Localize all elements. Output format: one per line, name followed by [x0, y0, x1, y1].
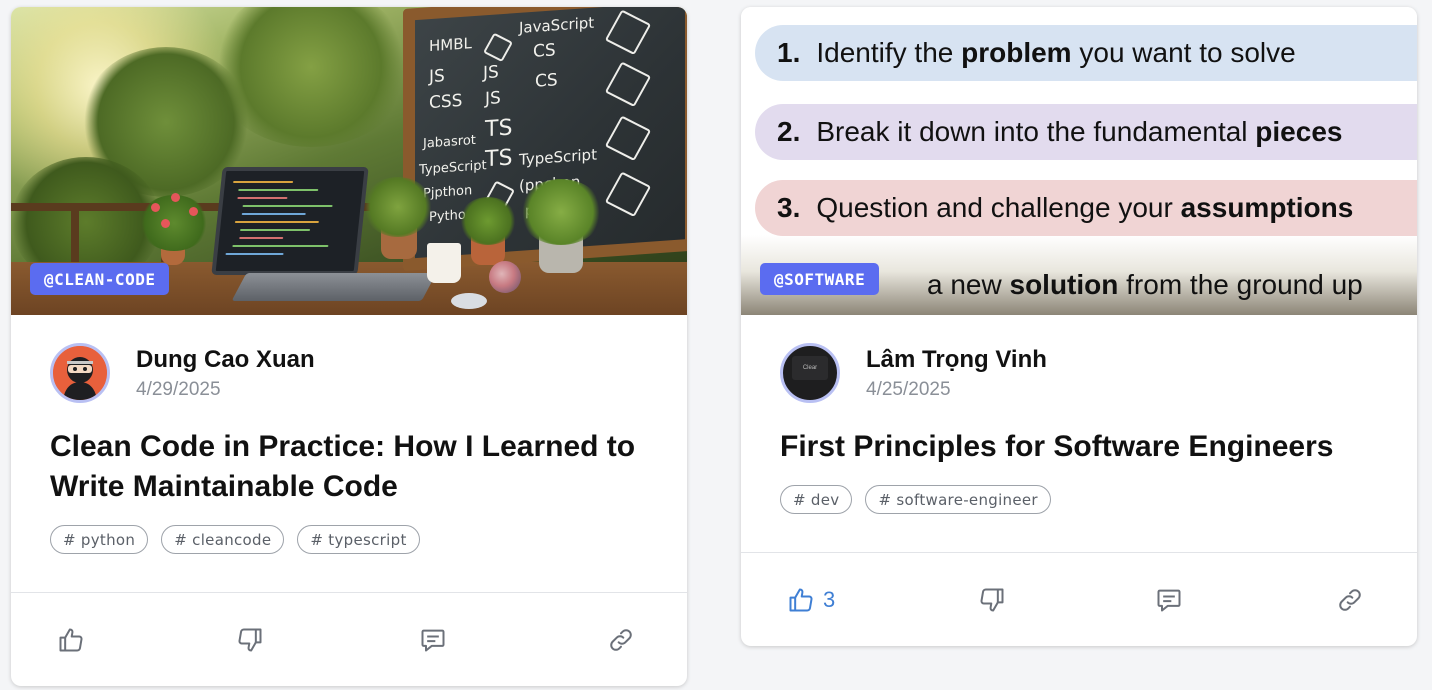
chalk-text: HMBL — [429, 34, 472, 56]
share-link-button[interactable] — [607, 620, 635, 660]
chalk-text: CS — [533, 40, 556, 62]
chalk-text: CSS — [429, 90, 463, 114]
like-count: 3 — [823, 587, 836, 612]
post-actions — [11, 620, 687, 660]
author-name[interactable]: Lâm Trọng Vinh — [866, 345, 1047, 375]
thumbs-up-icon — [59, 628, 83, 652]
share-link-button[interactable] — [1336, 580, 1364, 620]
author-name[interactable]: Dung Cao Xuan — [136, 345, 315, 375]
hashtag-chip[interactable]: # cleancode — [161, 525, 285, 554]
hashtag-chip[interactable]: # dev — [780, 485, 853, 514]
chalk-text: TypeScript — [419, 158, 487, 178]
chalk-text: JavaScript — [519, 13, 595, 37]
thumbs-up-icon — [789, 588, 813, 612]
avatar-text: Clear — [802, 365, 818, 371]
chalk-text: TS — [485, 145, 513, 173]
dislike-button[interactable] — [236, 620, 264, 660]
avatar[interactable]: Clear — [780, 343, 840, 403]
chalk-text: JS — [429, 66, 445, 88]
hashtag-chip[interactable]: # typescript — [297, 525, 420, 554]
post-title[interactable]: Clean Code in Practice: How I Learned to… — [50, 427, 660, 507]
chalk-text: Jabasrot — [423, 132, 476, 152]
author-info: Clear Lâm Trọng Vinh 4/25/2025 — [780, 343, 1047, 403]
link-icon — [1339, 589, 1361, 611]
post-date: 4/25/2025 — [866, 379, 951, 400]
chalk-text: JS — [485, 88, 501, 110]
post-card[interactable]: HMBL JS CSS JavaScript CS JS CS Jabasrot… — [11, 7, 687, 686]
thumbs-down-icon — [238, 628, 262, 652]
chalk-text: TS — [485, 115, 513, 143]
link-icon — [610, 629, 632, 651]
chalk-text: CS — [535, 70, 558, 92]
post-actions: 3 — [741, 580, 1417, 620]
hashtag-list: # dev # software-engineer — [780, 485, 1051, 514]
avatar[interactable] — [50, 343, 110, 403]
category-tag[interactable]: @SOFTWARE — [760, 263, 880, 295]
author-info: Dung Cao Xuan 4/29/2025 — [50, 343, 315, 403]
divider — [741, 552, 1417, 553]
post-card[interactable]: 1. Identify the problem you want to solve… — [741, 7, 1417, 646]
dislike-button[interactable] — [978, 580, 1006, 620]
cover-step: 1. Identify the problem you want to solve — [755, 25, 1417, 81]
divider — [11, 592, 687, 593]
post-title[interactable]: First Principles for Software Engineers — [780, 427, 1390, 467]
cover-step: 3. Question and challenge your assumption… — [755, 180, 1417, 236]
comment-icon — [421, 629, 445, 652]
like-button[interactable]: 3 — [787, 580, 835, 620]
ninja-avatar-icon — [53, 346, 107, 400]
chalk-text: JS — [483, 62, 499, 84]
chalk-text: TypeScript — [519, 145, 597, 169]
post-cover-image[interactable]: 1. Identify the problem you want to solve… — [741, 7, 1417, 315]
post-date: 4/29/2025 — [136, 379, 221, 400]
like-button[interactable] — [57, 620, 85, 660]
hashtag-list: # python # cleancode # typescript — [50, 525, 420, 554]
comment-button[interactable] — [1155, 580, 1183, 620]
thumbs-down-icon — [980, 588, 1004, 612]
comment-button[interactable] — [419, 620, 447, 660]
cover-step: 2. Break it down into the fundamental pie… — [755, 104, 1417, 160]
hashtag-chip[interactable]: # python — [50, 525, 149, 554]
category-tag[interactable]: @CLEAN-CODE — [30, 263, 170, 295]
hashtag-chip[interactable]: # software-engineer — [865, 485, 1051, 514]
comment-icon — [1157, 589, 1181, 612]
post-cover-image[interactable]: HMBL JS CSS JavaScript CS JS CS Jabasrot… — [11, 7, 687, 315]
laptop — [211, 167, 369, 275]
